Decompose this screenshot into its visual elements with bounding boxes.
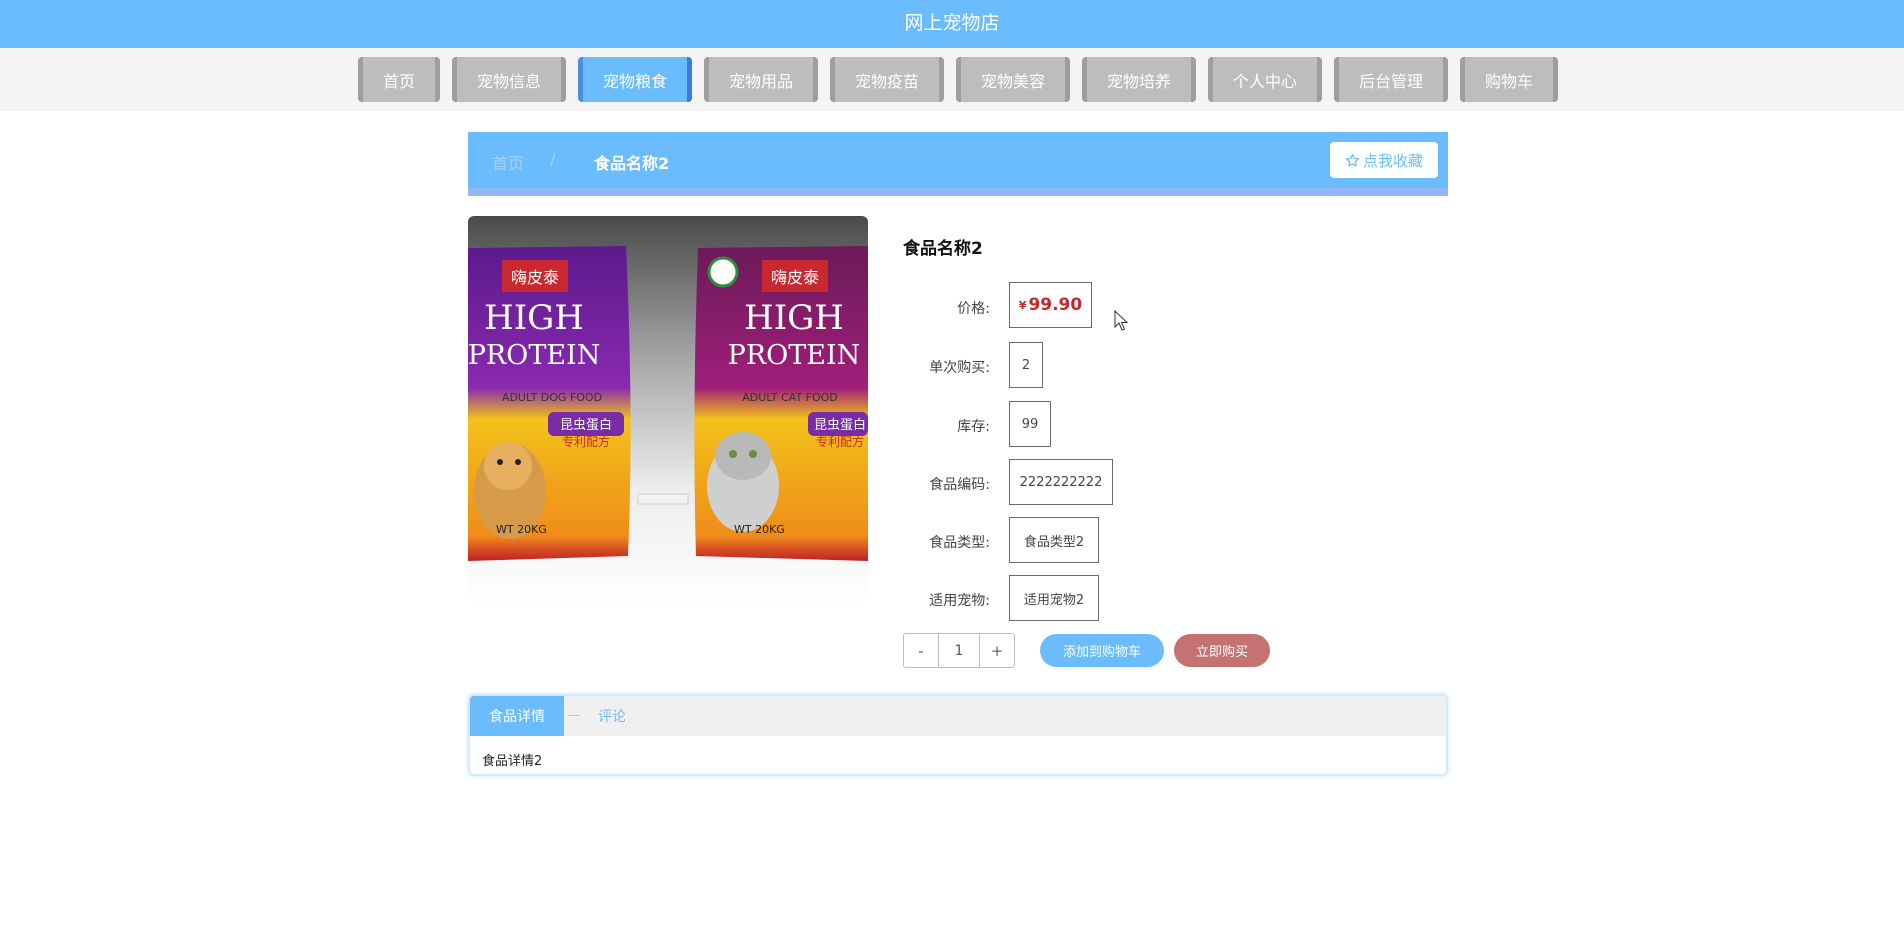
left-bag-line1: HIGH [484, 298, 584, 338]
quantity-stepper: - 1 + [903, 633, 1015, 668]
food-type-label: 食品类型: [929, 535, 990, 551]
right-bag-line2: PROTEIN [728, 340, 861, 371]
right-bag-weight: WT 20KG [734, 523, 785, 536]
right-bag-brand: 嗨皮泰 [771, 268, 819, 287]
product-image: 嗨皮泰 HIGH PROTEIN ADULT DOG FOOD 昆虫蛋白 专利配… [468, 216, 868, 606]
left-bag-weight: WT 20KG [496, 523, 547, 536]
nav-item-home[interactable]: 首页 [358, 57, 440, 102]
currency-symbol: ¥ [1018, 298, 1027, 312]
suitable-pet-value: 适用宠物2 [1009, 575, 1099, 621]
star-outline-icon [1345, 153, 1360, 166]
nav-item-cart[interactable]: 购物车 [1460, 57, 1558, 102]
left-bag-badge2: 专利配方 [562, 434, 610, 449]
nav-item-user-center[interactable]: 个人中心 [1208, 57, 1322, 102]
favorite-label: 点我收藏 [1362, 151, 1423, 170]
breadcrumb-separator: / [550, 150, 556, 169]
price-value: ¥ 99.90 [1009, 282, 1092, 328]
nav-item-admin[interactable]: 后台管理 [1334, 57, 1448, 102]
food-code-label: 食品编码: [929, 477, 990, 493]
price-label: 价格: [957, 301, 990, 317]
detail-tabs: 食品详情 评论 食品详情2 [468, 694, 1448, 776]
nav-item-pet-vaccine[interactable]: 宠物疫苗 [830, 57, 944, 102]
nav-item-pet-food[interactable]: 宠物粮食 [578, 57, 692, 102]
quantity-input[interactable]: 1 [938, 634, 980, 667]
site-title: 网上宠物店 [904, 12, 1000, 34]
buy-now-button[interactable]: 立即购买 [1174, 634, 1270, 667]
nav-item-pet-supplies[interactable]: 宠物用品 [704, 57, 818, 102]
tab-food-detail[interactable]: 食品详情 [470, 696, 564, 736]
product-name: 食品名称2 [903, 239, 983, 259]
pet-food-bags-image: 嗨皮泰 HIGH PROTEIN ADULT DOG FOOD 昆虫蛋白 专利配… [468, 246, 868, 561]
right-bag-line1: HIGH [744, 298, 844, 338]
nav-item-pet-grooming[interactable]: 宠物美容 [956, 57, 1070, 102]
food-code-value: 2222222222 [1009, 459, 1113, 505]
nav-item-pet-training[interactable]: 宠物培养 [1082, 57, 1196, 102]
left-bag-badge: 昆虫蛋白 [560, 417, 612, 433]
right-bag-type: ADULT CAT FOOD [742, 391, 838, 404]
stock-value: 99 [1009, 401, 1051, 447]
price-amount: 99.90 [1028, 295, 1083, 315]
tab-content-text: 食品详情2 [482, 754, 543, 769]
nav-item-pet-info[interactable]: 宠物信息 [452, 57, 566, 102]
quantity-decrease-button[interactable]: - [904, 634, 938, 667]
left-bag-brand: 嗨皮泰 [511, 268, 559, 287]
breadcrumb-home-link[interactable]: 首页 [492, 150, 524, 174]
breadcrumb-current: 食品名称2 [594, 154, 670, 173]
purchase-limit-value: 2 [1009, 342, 1043, 388]
food-type-value: 食品类型2 [1009, 517, 1099, 563]
left-bag-type: ADULT DOG FOOD [502, 391, 602, 404]
right-bag-badge2: 专利配方 [816, 434, 864, 449]
favorite-button[interactable]: 点我收藏 [1330, 142, 1438, 178]
top-header: 网上宠物店 [0, 0, 1904, 48]
tab-divider [568, 715, 580, 716]
left-bag-line2: PROTEIN [468, 340, 600, 371]
breadcrumb: 首页 / 食品名称2 点我收藏 [468, 132, 1448, 196]
stock-label: 库存: [957, 419, 990, 435]
tab-comments[interactable]: 评论 [582, 696, 642, 736]
mouse-cursor-icon [1114, 310, 1128, 331]
quantity-increase-button[interactable]: + [980, 634, 1014, 667]
purchase-limit-label: 单次购买: [929, 360, 990, 376]
add-to-cart-button[interactable]: 添加到购物车 [1040, 634, 1164, 667]
main-nav: 首页 宠物信息 宠物粮食 宠物用品 宠物疫苗 宠物美容 宠物培养 个人中心 后台… [358, 57, 1558, 102]
suitable-pet-label: 适用宠物: [929, 593, 990, 609]
